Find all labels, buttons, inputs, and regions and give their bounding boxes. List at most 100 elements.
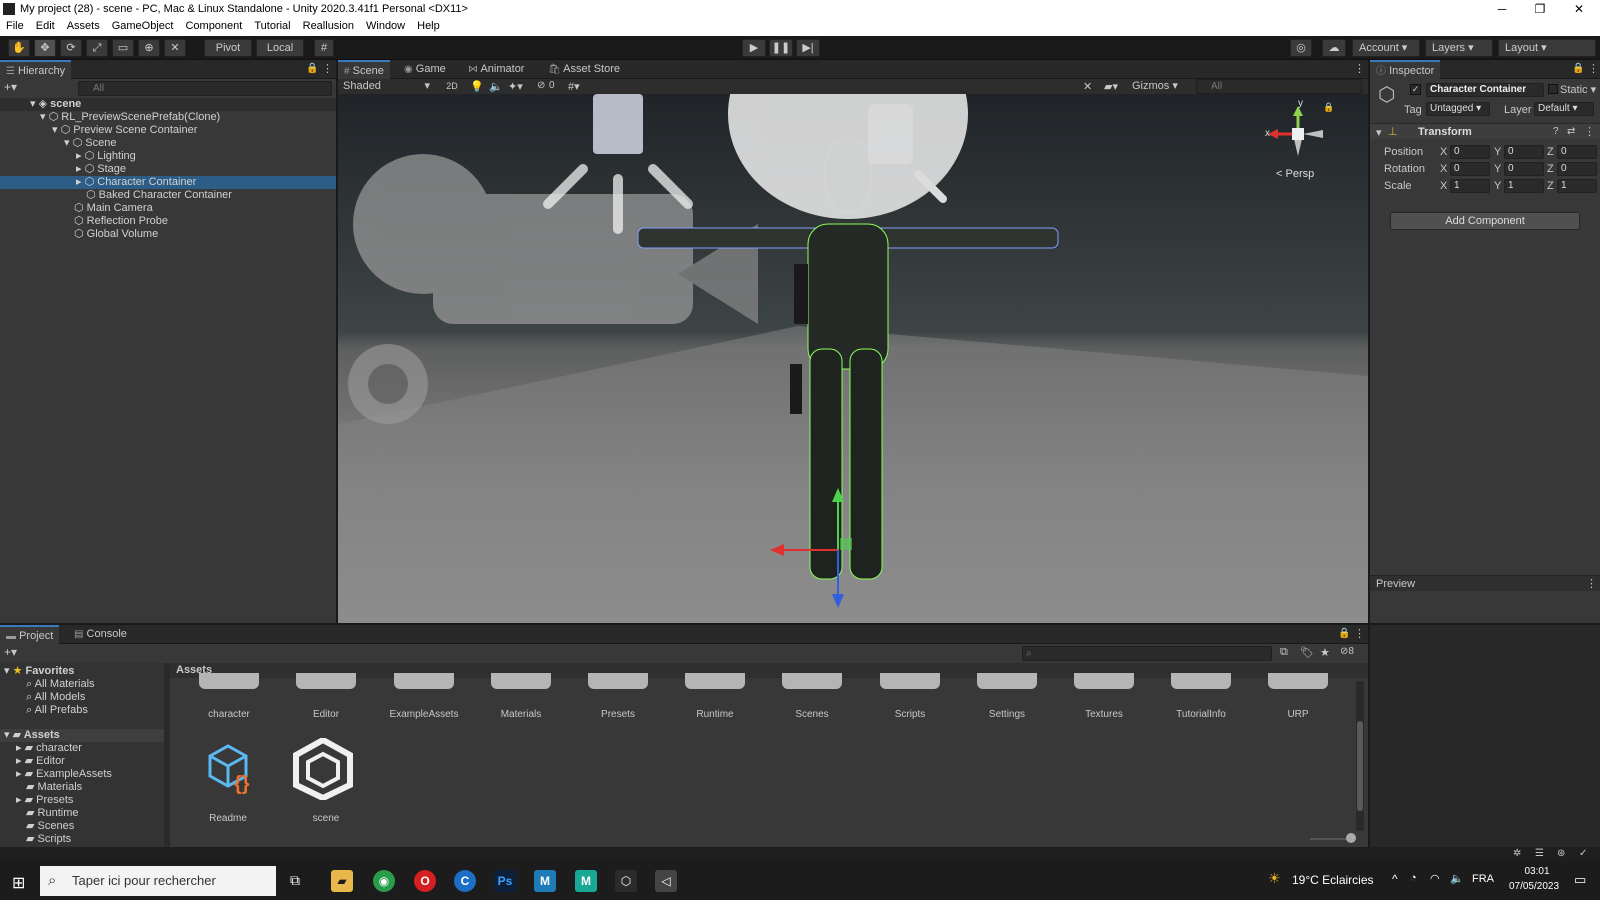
asset-folder-label[interactable]: Runtime — [670, 709, 760, 720]
effects-icon[interactable]: ✦▾ — [508, 80, 523, 93]
chevron-up-icon[interactable]: ^ — [1392, 872, 1398, 886]
position-z-field[interactable]: 0 — [1557, 145, 1597, 159]
tree-folder[interactable]: ▰ Scenes — [0, 820, 170, 833]
menu-help[interactable]: Help — [411, 18, 446, 32]
folder-icon[interactable] — [1268, 673, 1328, 689]
folder-icon[interactable] — [588, 673, 648, 689]
shading-dropdown[interactable]: Shaded ▾ — [340, 79, 434, 94]
tab-animator[interactable]: ⋈ Animator — [462, 60, 530, 79]
rotation-x-field[interactable]: 0 — [1450, 162, 1490, 176]
collab-icon[interactable]: ◎ — [1290, 39, 1312, 57]
maya-lt-icon[interactable]: M — [575, 870, 597, 892]
lock-icon[interactable]: 🔒 — [1572, 63, 1584, 74]
notification-icon[interactable]: ▭ — [1574, 872, 1586, 888]
asset-folder-label[interactable]: ExampleAssets — [379, 709, 469, 720]
foldout-arrow-icon[interactable]: ▾ — [1376, 126, 1382, 139]
kebab-menu-icon[interactable]: ⋮ — [1354, 62, 1365, 75]
lighting-icon[interactable]: 💡 — [470, 80, 484, 93]
gizmo-lock-icon[interactable]: 🔒 — [1323, 102, 1334, 113]
hierarchy-row-scene[interactable]: ▾ ◈ scene — [0, 98, 336, 111]
layers-dropdown[interactable]: Layers ▾ — [1425, 39, 1493, 57]
hierarchy-row[interactable]: ▸ ⬡ Stage — [0, 163, 336, 176]
asset-file-label[interactable]: Readme — [183, 813, 273, 824]
persp-toggle[interactable]: < Persp — [1276, 168, 1314, 180]
asset-folder-label[interactable]: Scripts — [865, 709, 955, 720]
tag-dropdown[interactable]: Untagged ▾ — [1426, 102, 1490, 116]
hierarchy-row[interactable]: ⬡ Global Volume — [0, 228, 336, 241]
scale-z-field[interactable]: 1 — [1557, 179, 1597, 193]
folder-icon[interactable] — [685, 673, 745, 689]
hierarchy-search-input[interactable]: All — [78, 81, 332, 96]
create-asset-icon[interactable]: +▾ — [4, 645, 17, 659]
layer-dropdown[interactable]: Default ▾ — [1534, 102, 1594, 116]
tree-folder[interactable]: ▸ ▰ ExampleAssets — [0, 768, 170, 781]
pause-button[interactable]: ❚❚ — [769, 39, 793, 57]
hierarchy-row[interactable]: ▾ ⬡ RL_PreviewScenePrefab(Clone) — [0, 111, 336, 124]
audio-icon[interactable]: 🔈 — [489, 80, 503, 93]
rotate-tool-icon[interactable]: ⟳ — [60, 39, 82, 57]
step-button[interactable]: ▶| — [796, 39, 820, 57]
asset-folder-label[interactable]: Presets — [573, 709, 663, 720]
windows-start-icon[interactable]: ⊞ — [12, 873, 25, 893]
close-icon[interactable]: ✕ — [1560, 0, 1598, 18]
tree-folder[interactable]: ▰ Runtime — [0, 807, 170, 820]
grid-scrollbar[interactable] — [1356, 681, 1364, 831]
kebab-menu-icon[interactable]: ⋮ — [322, 62, 333, 75]
clock-time[interactable]: 03:01 — [1512, 866, 1562, 877]
preview-header[interactable]: Preview ⋮ — [1370, 575, 1600, 591]
static-dropdown[interactable]: Static ▾ — [1560, 83, 1596, 96]
menu-tutorial[interactable]: Tutorial — [248, 18, 296, 32]
filter-label-icon[interactable]: 🏷 — [1300, 646, 1314, 659]
photoshop-icon[interactable]: Ps — [494, 870, 516, 892]
maya-icon[interactable]: M — [534, 870, 556, 892]
position-y-field[interactable]: 0 — [1504, 145, 1544, 159]
wifi-icon[interactable]: ◠ — [1430, 872, 1440, 885]
menu-assets[interactable]: Assets — [61, 18, 106, 32]
tree-folder[interactable]: ▸ ▰ character — [0, 742, 170, 755]
favorite-star-icon[interactable]: ★ — [1320, 646, 1330, 659]
scale-tool-icon[interactable]: ⤢ — [86, 39, 108, 57]
status-db-icon[interactable]: ☰ — [1535, 848, 1544, 859]
weather-text[interactable]: 19°C Eclaircies — [1292, 873, 1374, 887]
hidden-objects-icon[interactable]: ⊘ — [537, 80, 545, 91]
menu-window[interactable]: Window — [360, 18, 411, 32]
network-icon[interactable]: ◔ — [1410, 872, 1417, 884]
2d-toggle[interactable]: 2D — [442, 79, 462, 94]
assets-root-row[interactable]: ▾ ▰ Assets — [0, 729, 170, 742]
scene-viewport[interactable]: y x 🔒 < Persp — [338, 94, 1368, 623]
custom-tool-icon[interactable]: ✕ — [164, 39, 186, 57]
hierarchy-row[interactable]: ▸ ⬡ Lighting — [0, 150, 336, 163]
status-progress-icon[interactable]: ⊛ — [1557, 848, 1565, 859]
tab-inspector[interactable]: ⓘ Inspector — [1370, 60, 1441, 79]
menu-reallusion[interactable]: Reallusion — [297, 18, 360, 32]
folder-icon[interactable] — [977, 673, 1037, 689]
chrome-icon[interactable]: ◉ — [373, 870, 395, 892]
transform-header[interactable]: ▾ ⊥ Transform ? ⇄ ⋮ — [1370, 123, 1600, 139]
scale-x-field[interactable]: 1 — [1450, 179, 1490, 193]
opera-icon[interactable]: O — [414, 870, 436, 892]
presets-icon[interactable]: ⇄ — [1567, 126, 1575, 137]
language-indicator[interactable]: FRA — [1472, 873, 1494, 885]
add-component-button[interactable]: Add Component — [1390, 212, 1580, 230]
position-x-field[interactable]: 0 — [1450, 145, 1490, 159]
folder-icon[interactable] — [491, 673, 551, 689]
scale-y-field[interactable]: 1 — [1504, 179, 1544, 193]
volume-icon[interactable]: 🔈 — [1450, 872, 1464, 885]
readme-asset-icon[interactable]: {} — [204, 742, 256, 795]
kebab-menu-icon[interactable]: ⋮ — [1584, 125, 1595, 138]
status-debug-icon[interactable]: ✲ — [1513, 848, 1521, 859]
pivot-button[interactable]: Pivot — [204, 39, 252, 57]
lock-icon[interactable]: 🔒 — [1338, 628, 1350, 639]
grid-snap-icon[interactable]: # — [314, 39, 334, 57]
ccleaner-icon[interactable]: C — [454, 870, 476, 892]
transform-tool-icon[interactable]: ⊕ — [138, 39, 160, 57]
tab-game[interactable]: ◉ Game — [398, 60, 452, 79]
rotation-z-field[interactable]: 0 — [1557, 162, 1597, 176]
rect-tool-icon[interactable]: ▭ — [112, 39, 134, 57]
kebab-menu-icon[interactable]: ⋮ — [1354, 627, 1365, 640]
asset-folder-label[interactable]: Editor — [281, 709, 371, 720]
task-view-icon[interactable]: ⧉ — [290, 872, 300, 889]
hand-tool-icon[interactable]: ✋ — [8, 39, 30, 57]
asset-folder-label[interactable]: URP — [1253, 709, 1343, 720]
asset-folder-label[interactable]: Textures — [1059, 709, 1149, 720]
